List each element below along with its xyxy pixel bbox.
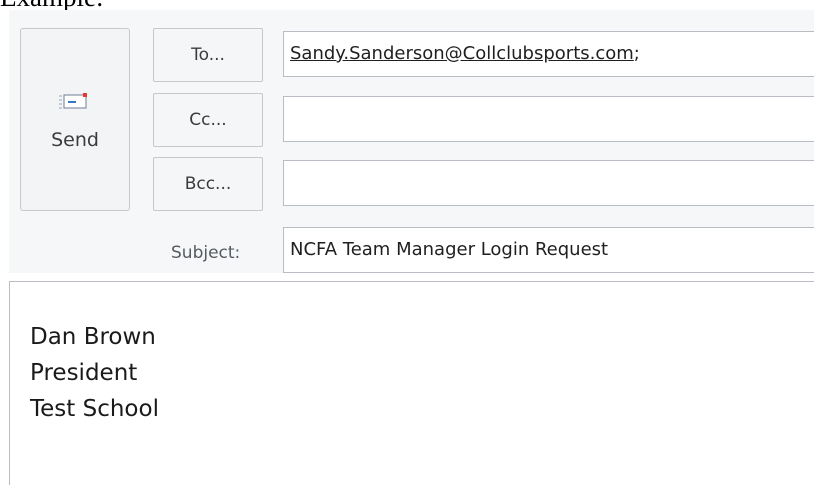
cc-field[interactable] xyxy=(283,96,814,142)
to-recipient-link[interactable]: Sandy.Sanderson@Collclubsports.com xyxy=(290,43,634,64)
to-field[interactable]: Sandy.Sanderson@Collclubsports.com; xyxy=(283,31,814,77)
subject-label: Subject: xyxy=(171,243,241,263)
subject-field[interactable]: NCFA Team Manager Login Request xyxy=(283,227,814,273)
send-envelope-icon xyxy=(59,93,87,109)
send-button-label: Send xyxy=(51,129,99,151)
bcc-field[interactable] xyxy=(283,160,814,206)
send-button[interactable]: Send xyxy=(20,28,130,211)
to-button[interactable]: To... xyxy=(153,28,263,82)
body-line: President xyxy=(30,360,138,386)
compose-window: Example: Send To... Cc... Bcc... Sandy.S… xyxy=(0,0,814,485)
body-line: Dan Brown xyxy=(30,324,156,350)
bcc-button[interactable]: Bcc... xyxy=(153,157,263,211)
body-line: Test School xyxy=(30,396,159,422)
to-separator: ; xyxy=(633,43,640,64)
cc-button[interactable]: Cc... xyxy=(153,93,263,147)
message-body[interactable]: Dan Brown President Test School xyxy=(9,281,814,485)
